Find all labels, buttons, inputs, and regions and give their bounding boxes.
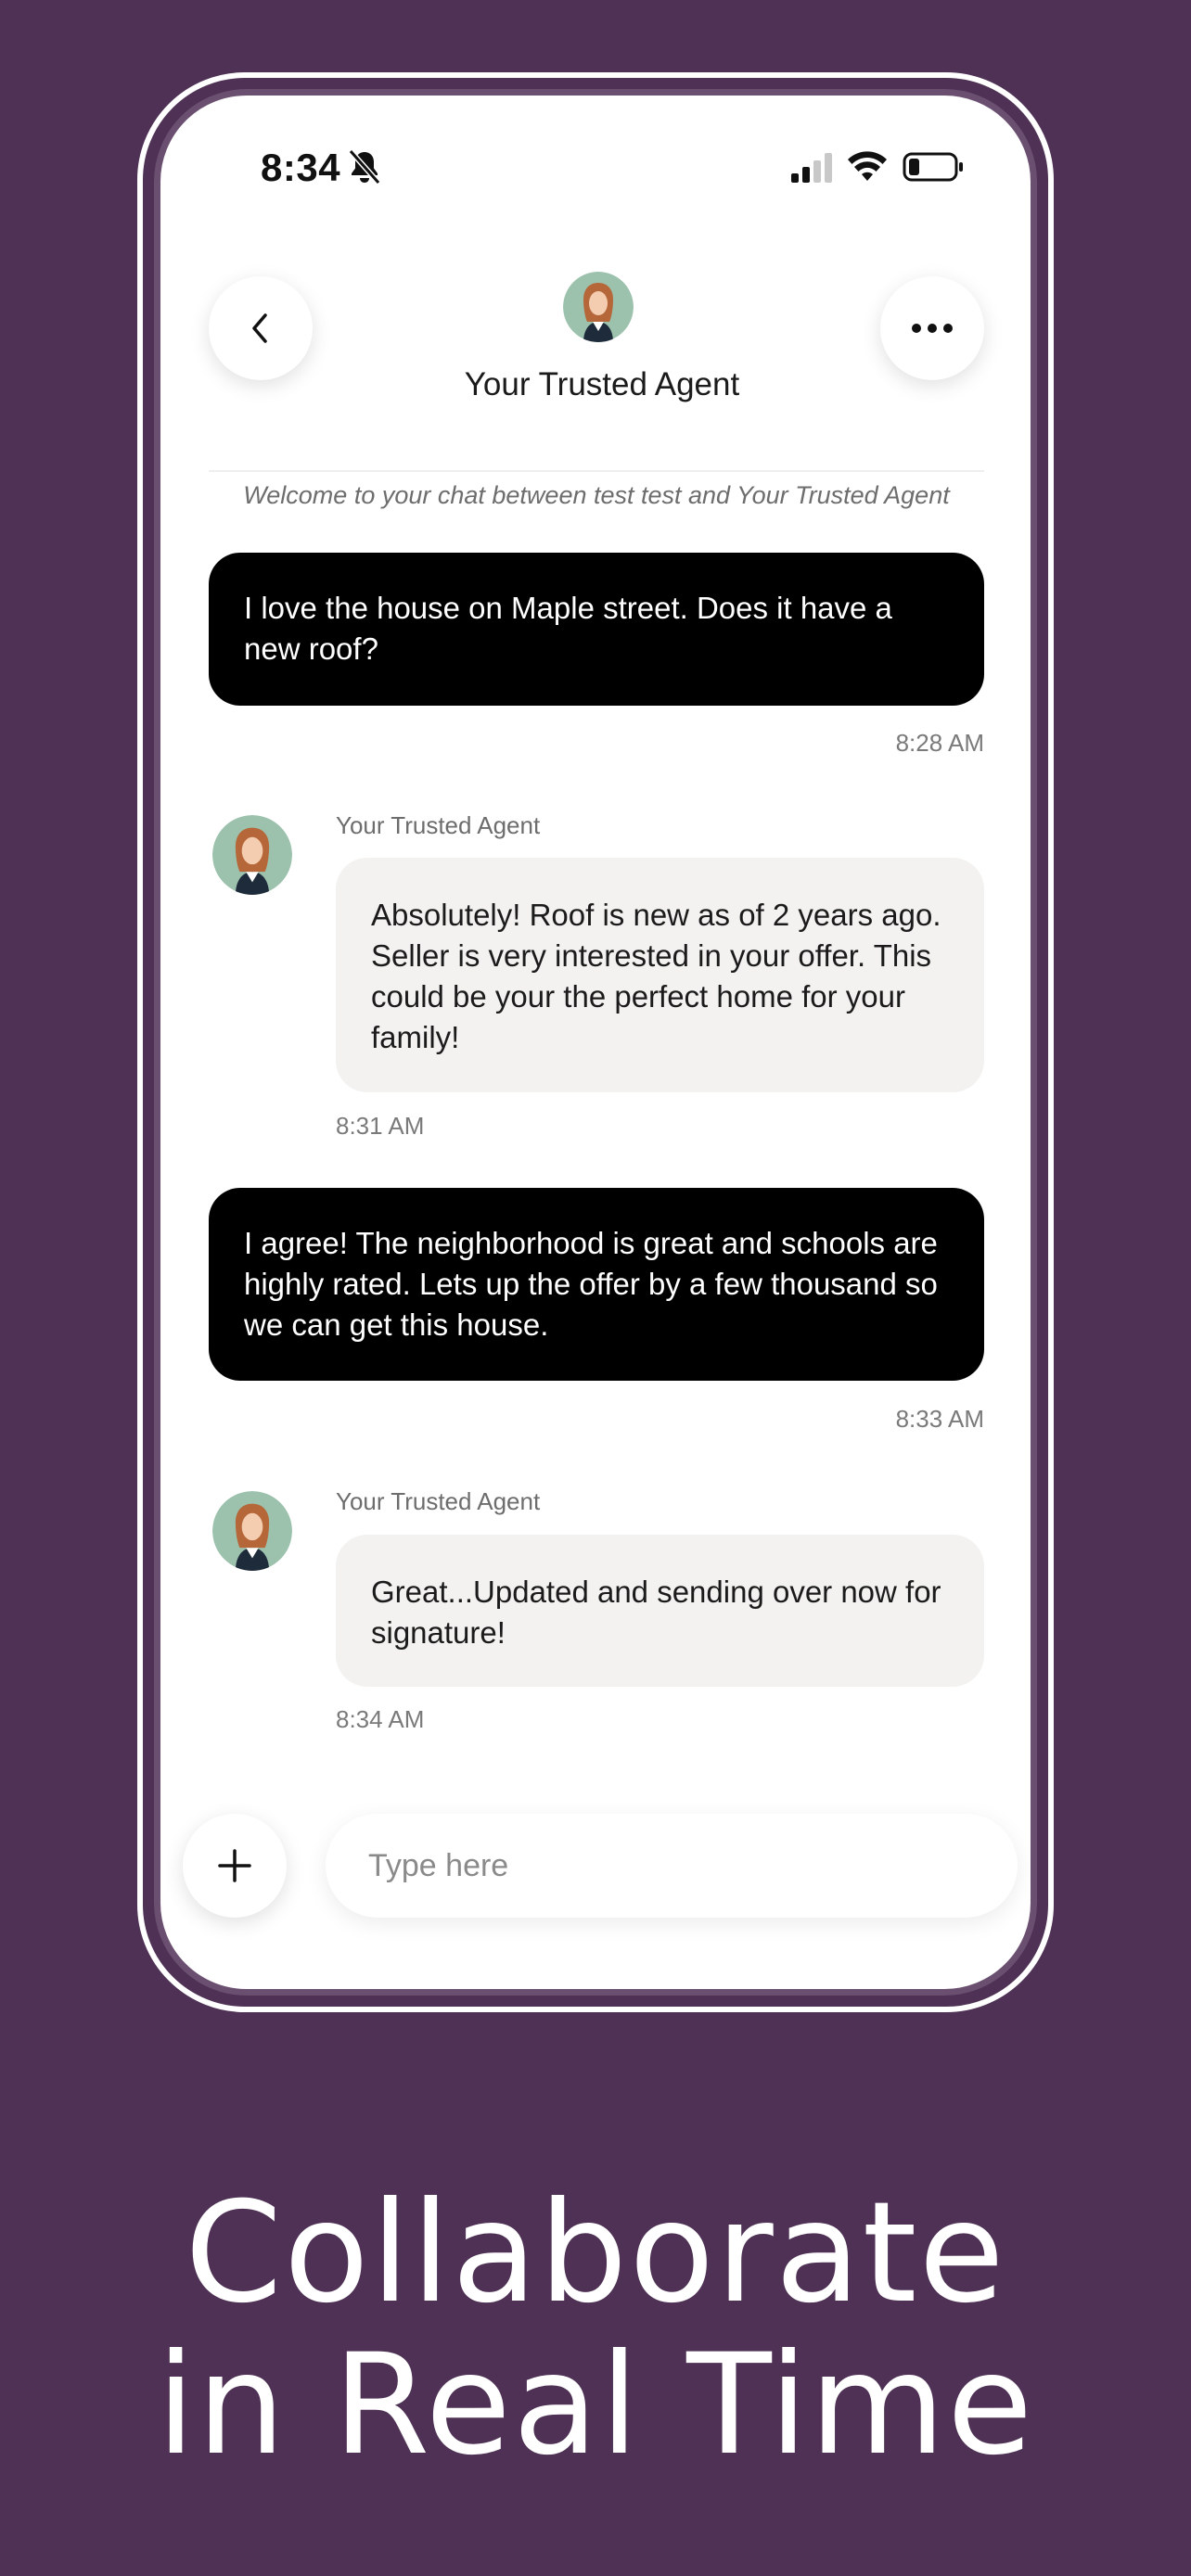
headline-line-1: Collaborate — [185, 2173, 1006, 2334]
message-timestamp: 8:31 AM — [336, 1112, 425, 1140]
welcome-message: Welcome to your chat between test test a… — [243, 481, 950, 509]
plus-icon — [218, 1849, 251, 1882]
received-message-bubble: Absolutely! Roof is new as of 2 years ag… — [336, 858, 984, 1092]
more-options-button[interactable] — [880, 276, 984, 380]
attach-button[interactable] — [183, 1814, 287, 1918]
more-dots-icon — [912, 324, 953, 333]
phone-screen: 8:34 Your Trusted Agent Welcome to your … — [154, 89, 1037, 1996]
cellular-signal-icon — [791, 153, 832, 183]
sender-name: Your Trusted Agent — [336, 811, 541, 839]
composer-fade — [160, 1746, 1031, 1820]
status-time: 8:34 — [261, 146, 341, 189]
message-timestamp: 8:34 AM — [336, 1705, 425, 1733]
headline-line-2: in Real Time — [156, 2325, 1035, 2486]
sent-message-bubble: I agree! The neighborhood is great and s… — [209, 1188, 984, 1381]
back-button[interactable] — [209, 276, 313, 380]
message-input[interactable] — [326, 1814, 1018, 1918]
battery-icon — [903, 152, 963, 182]
sender-name: Your Trusted Agent — [336, 1487, 541, 1515]
back-chevron-icon — [252, 313, 267, 343]
agent-avatar — [212, 1491, 292, 1571]
message-timestamp: 8:28 AM — [895, 729, 984, 757]
sent-message-bubble: I love the house on Maple street. Does i… — [209, 553, 984, 706]
received-message-bubble: Great...Updated and sending over now for… — [336, 1535, 984, 1687]
marketing-headline: Collaborate in Real Time — [0, 2177, 1191, 2481]
agent-avatar — [212, 815, 292, 895]
bell-slash-icon — [348, 149, 381, 185]
agent-avatar[interactable] — [563, 272, 634, 342]
header-divider — [209, 470, 984, 472]
message-timestamp: 8:33 AM — [895, 1405, 984, 1433]
wifi-icon — [848, 151, 887, 181]
